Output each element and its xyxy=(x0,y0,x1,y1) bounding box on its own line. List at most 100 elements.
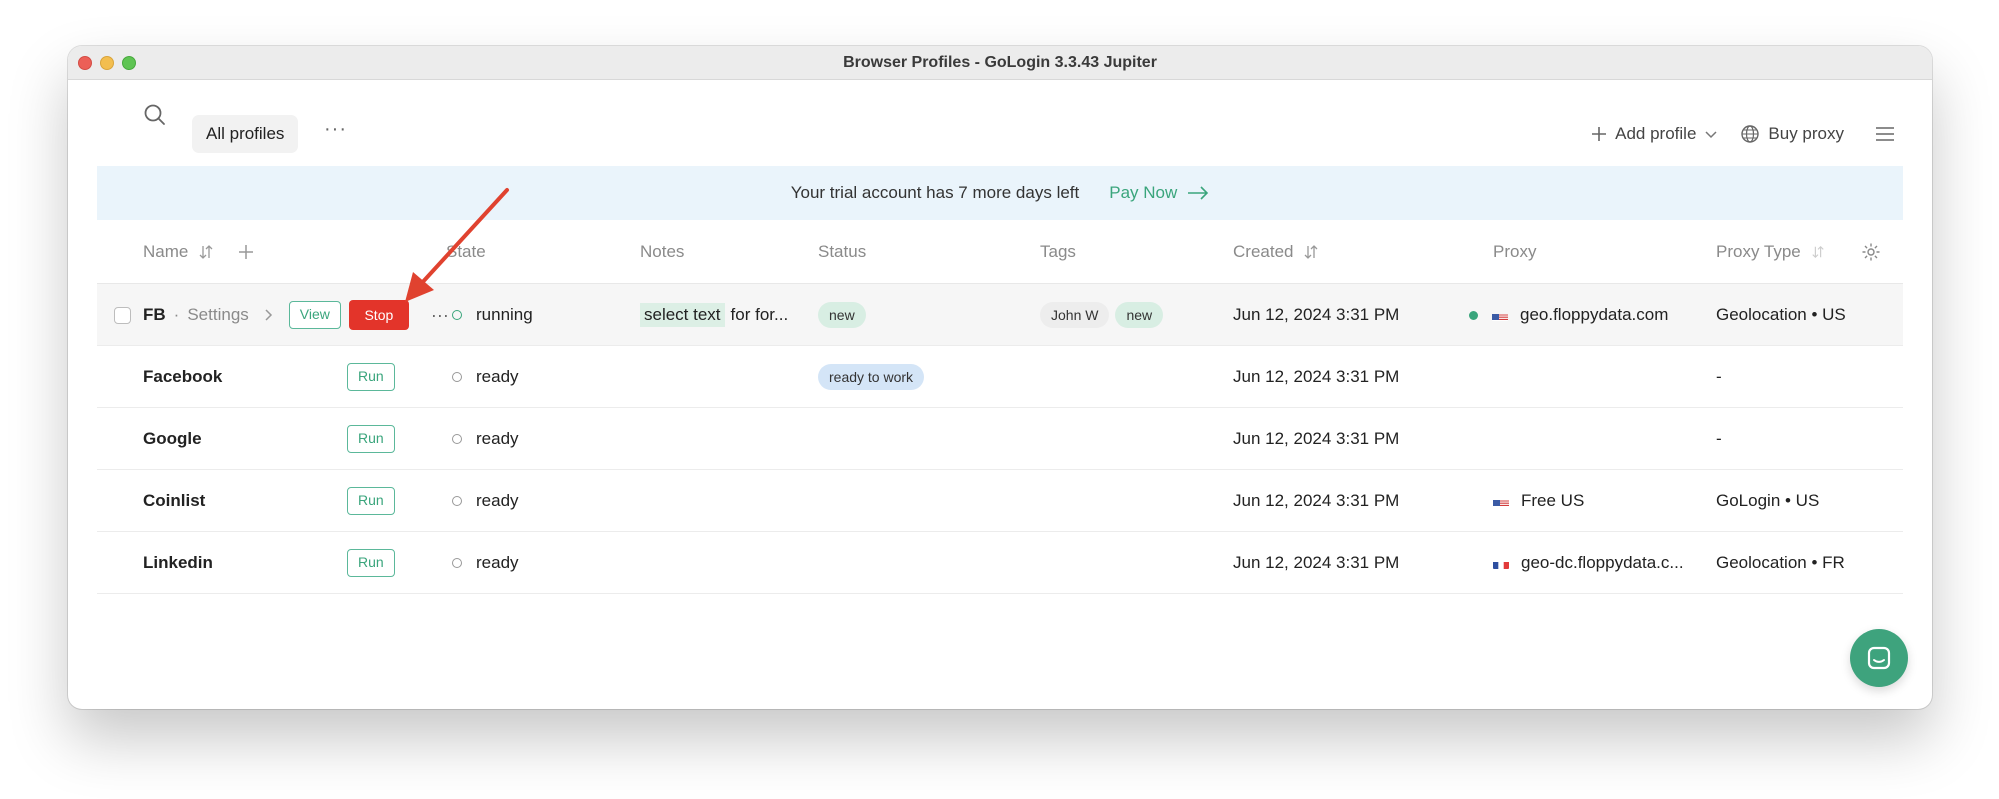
ready-status-icon xyxy=(452,434,462,444)
column-proxy-type-label: Proxy Type xyxy=(1716,242,1801,261)
run-cell: Run xyxy=(347,470,395,532)
run-cell: Run xyxy=(347,408,395,470)
table-row[interactable]: Facebook Run ready ready to work Jun 12,… xyxy=(97,346,1903,408)
menu-icon[interactable] xyxy=(1874,125,1896,143)
column-tags[interactable]: Tags xyxy=(1040,220,1076,284)
column-notes[interactable]: Notes xyxy=(640,220,684,284)
run-cell: Run xyxy=(347,346,395,408)
state-text: ready xyxy=(476,367,519,386)
run-cell: Run xyxy=(347,532,395,594)
column-proxy[interactable]: Proxy xyxy=(1493,220,1536,284)
tag-badge: new xyxy=(1115,302,1164,328)
row-checkbox[interactable] xyxy=(114,306,131,324)
globe-icon xyxy=(1741,125,1760,143)
proxy-cell[interactable]: Free US xyxy=(1493,470,1584,532)
more-tabs-button[interactable]: ··· xyxy=(324,118,347,141)
tags-cell[interactable]: John W new xyxy=(1040,284,1164,346)
chevron-down-icon[interactable] xyxy=(1704,127,1718,141)
column-proxy-type[interactable]: Proxy Type xyxy=(1716,220,1825,284)
fr-flag-icon xyxy=(1493,558,1509,569)
run-button[interactable]: Run xyxy=(347,487,395,515)
row-checkbox-cell xyxy=(114,284,131,346)
us-flag-icon xyxy=(1493,496,1509,507)
profile-name-label: Coinlist xyxy=(143,491,206,510)
state-cell: ready xyxy=(452,470,519,532)
pay-now-label: Pay Now xyxy=(1109,183,1178,202)
proxy-type-cell: GoLogin • US xyxy=(1716,491,1820,510)
name-cell: FB · Settings View Stop ··· xyxy=(143,284,449,346)
buy-proxy-label: Buy proxy xyxy=(1768,124,1844,143)
profile-name[interactable]: FB xyxy=(143,305,166,325)
sort-icon[interactable] xyxy=(198,244,214,260)
table-row[interactable]: FB · Settings View Stop ··· running sele… xyxy=(97,284,1903,346)
pay-now-link[interactable]: Pay Now xyxy=(1109,183,1209,203)
state-cell: ready xyxy=(452,532,519,594)
proxy-type-cell: Geolocation • FR xyxy=(1716,553,1845,572)
proxy-type-cell: Geolocation • US xyxy=(1716,305,1846,324)
table-row[interactable]: Google Run ready Jun 12, 2024 3:31 PM - xyxy=(97,408,1903,470)
column-created[interactable]: Created xyxy=(1233,220,1319,284)
created-cell: Jun 12, 2024 3:31 PM xyxy=(1233,429,1400,448)
toolbar-actions: Add profile Buy proxy xyxy=(1591,114,1896,154)
profile-name[interactable]: Linkedin xyxy=(143,532,213,594)
proxy-cell[interactable]: geo-dc.floppydata.c... xyxy=(1493,532,1684,594)
table-row[interactable]: Coinlist Run ready Jun 12, 2024 3:31 PM … xyxy=(97,470,1903,532)
minimize-window-button[interactable] xyxy=(100,56,114,70)
ready-status-icon xyxy=(452,372,462,382)
status-badge: new xyxy=(818,302,866,328)
sort-icon[interactable] xyxy=(1811,244,1825,260)
profile-name[interactable]: Coinlist xyxy=(143,470,205,532)
chat-icon xyxy=(1867,646,1891,670)
proxy-text: geo-dc.floppydata.c... xyxy=(1521,553,1684,572)
profiles-table: Name State Notes Status Tags Created Pro… xyxy=(97,220,1903,594)
notes-cell[interactable]: select text for for... xyxy=(640,284,788,346)
tab-all-profiles[interactable]: All profiles xyxy=(192,115,299,153)
search-icon[interactable] xyxy=(140,100,170,130)
profile-name-label: Linkedin xyxy=(143,553,213,572)
title-bar: Browser Profiles - GoLogin 3.3.43 Jupite… xyxy=(68,46,1932,80)
table-row[interactable]: Linkedin Run ready Jun 12, 2024 3:31 PM … xyxy=(97,532,1903,594)
column-status[interactable]: Status xyxy=(818,220,866,284)
plus-icon xyxy=(1592,127,1607,141)
proxy-cell[interactable]: geo.floppydata.com xyxy=(1469,284,1668,346)
plus-icon[interactable] xyxy=(238,244,254,260)
chevron-right-icon[interactable] xyxy=(263,308,275,322)
created-cell: Jun 12, 2024 3:31 PM xyxy=(1233,367,1400,386)
window-controls xyxy=(78,56,136,70)
sort-icon[interactable] xyxy=(1303,244,1319,260)
view-button[interactable]: View xyxy=(288,301,341,329)
toolbar: All profiles ··· Add profile Buy proxy xyxy=(68,80,1932,170)
column-name[interactable]: Name xyxy=(143,220,254,284)
state-text: ready xyxy=(476,429,519,448)
more-actions-button[interactable]: ··· xyxy=(431,305,449,326)
zoom-window-button[interactable] xyxy=(122,56,136,70)
created-cell: Jun 12, 2024 3:31 PM xyxy=(1233,553,1400,572)
column-state[interactable]: State xyxy=(446,220,486,284)
us-flag-icon xyxy=(1492,310,1508,321)
created-cell: Jun 12, 2024 3:31 PM xyxy=(1233,491,1400,510)
chat-support-button[interactable] xyxy=(1850,629,1908,687)
profile-name[interactable]: Google xyxy=(143,408,202,470)
state-cell: ready xyxy=(452,408,519,470)
trial-banner: Your trial account has 7 more days left … xyxy=(97,166,1903,220)
status-cell[interactable]: ready to work xyxy=(818,346,925,408)
proxy-text: geo.floppydata.com xyxy=(1520,305,1669,324)
note-highlight: select text xyxy=(640,303,725,327)
status-cell[interactable]: new xyxy=(818,284,866,346)
settings-link[interactable]: Settings xyxy=(187,305,248,325)
trial-text: Your trial account has 7 more days left xyxy=(790,183,1080,202)
close-window-button[interactable] xyxy=(78,56,92,70)
buy-proxy-button[interactable]: Buy proxy xyxy=(1740,124,1844,144)
profile-name-label: Facebook xyxy=(143,367,223,386)
run-button[interactable]: Run xyxy=(347,549,395,577)
add-profile-button[interactable]: Add profile xyxy=(1591,124,1718,144)
run-button[interactable]: Run xyxy=(347,363,395,391)
proxy-type-cell: - xyxy=(1716,429,1722,448)
proxy-type-cell: - xyxy=(1716,367,1722,386)
profile-name[interactable]: Facebook xyxy=(143,346,222,408)
run-button[interactable]: Run xyxy=(347,425,395,453)
app-window: Browser Profiles - GoLogin 3.3.43 Jupite… xyxy=(68,46,1932,709)
stop-button[interactable]: Stop xyxy=(348,300,409,330)
column-settings-icon[interactable] xyxy=(1861,220,1881,284)
ready-status-icon xyxy=(452,496,462,506)
